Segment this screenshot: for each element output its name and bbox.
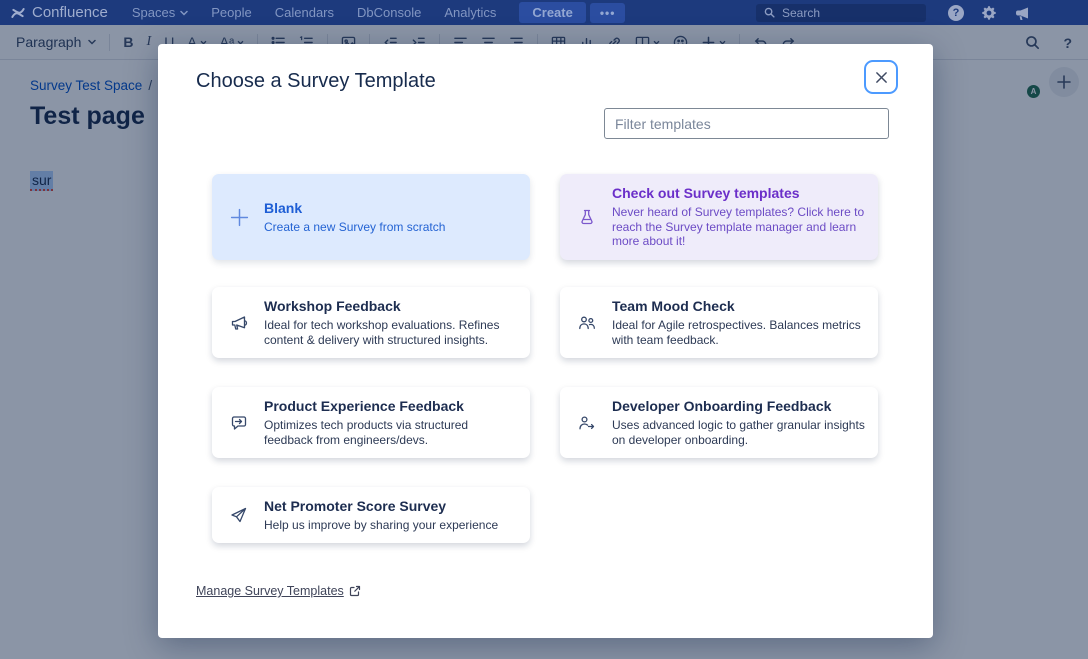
- manage-survey-templates-link[interactable]: Manage Survey Templates: [196, 584, 361, 598]
- close-button[interactable]: [864, 60, 898, 94]
- card-text: Check out Survey templates Never heard o…: [612, 185, 864, 249]
- confluence-logo-icon: [10, 5, 26, 21]
- modal-title: Choose a Survey Template: [196, 70, 436, 93]
- nav-search-box[interactable]: [756, 4, 926, 22]
- flask-icon: [575, 209, 599, 225]
- brand-name: Confluence: [32, 4, 108, 21]
- person-arrow-icon: [575, 414, 599, 432]
- confluence-screen: Confluence Spaces People Calendars DbCon…: [0, 0, 1088, 659]
- search-icon: [764, 7, 775, 18]
- nav-more-button[interactable]: •••: [590, 3, 626, 23]
- card-title: Blank: [264, 200, 445, 216]
- nav-item-dbconsole[interactable]: DbConsole: [357, 5, 421, 20]
- template-card-product-experience-feedback[interactable]: Product Experience Feedback Optimizes te…: [212, 387, 530, 458]
- card-title: Product Experience Feedback: [264, 398, 468, 414]
- card-title: Team Mood Check: [612, 298, 861, 314]
- people-icon: [575, 314, 599, 332]
- card-text: Developer Onboarding Feedback Uses advan…: [612, 398, 865, 448]
- help-icon[interactable]: ?: [948, 5, 964, 21]
- card-text: Product Experience Feedback Optimizes te…: [264, 398, 468, 448]
- top-nav: Confluence Spaces People Calendars DbCon…: [0, 0, 1088, 25]
- card-description: Help us improve by sharing your experien…: [264, 518, 498, 533]
- template-card-developer-onboarding-feedback[interactable]: Developer Onboarding Feedback Uses advan…: [560, 387, 878, 458]
- survey-template-modal: Choose a Survey Template Blank Create a …: [158, 44, 933, 638]
- card-title: Check out Survey templates: [612, 185, 864, 201]
- megaphone-icon: [227, 314, 251, 332]
- gear-icon[interactable]: [981, 5, 997, 21]
- template-card-blank[interactable]: Blank Create a new Survey from scratch: [212, 174, 530, 260]
- create-button[interactable]: Create: [519, 2, 585, 23]
- template-card-team-mood-check[interactable]: Team Mood Check Ideal for Agile retrospe…: [560, 287, 878, 358]
- template-card-workshop-feedback[interactable]: Workshop Feedback Ideal for tech worksho…: [212, 287, 530, 358]
- filter-templates-input[interactable]: [604, 108, 889, 139]
- card-text: Blank Create a new Survey from scratch: [264, 200, 445, 235]
- confluence-logo[interactable]: Confluence: [10, 4, 108, 21]
- card-title: Net Promoter Score Survey: [264, 498, 498, 514]
- card-text: Net Promoter Score Survey Help us improv…: [264, 498, 498, 533]
- template-card-checkout-templates[interactable]: Check out Survey templates Never heard o…: [560, 174, 878, 260]
- card-description: Ideal for Agile retrospectives. Balances…: [612, 318, 861, 348]
- nav-item-spaces[interactable]: Spaces: [132, 5, 188, 20]
- card-title: Developer Onboarding Feedback: [612, 398, 865, 414]
- card-title: Workshop Feedback: [264, 298, 499, 314]
- nav-search-input[interactable]: [782, 6, 902, 20]
- card-text: Workshop Feedback Ideal for tech worksho…: [264, 298, 499, 348]
- nav-item-calendars[interactable]: Calendars: [275, 5, 334, 20]
- external-link-icon: [349, 585, 361, 597]
- card-description: Never heard of Survey templates? Click h…: [612, 205, 864, 249]
- paper-plane-icon: [227, 506, 251, 524]
- card-description: Create a new Survey from scratch: [264, 220, 445, 235]
- card-description: Optimizes tech products via structured f…: [264, 418, 468, 448]
- announcement-icon[interactable]: [1014, 5, 1030, 21]
- card-description: Uses advanced logic to gather granular i…: [612, 418, 865, 448]
- feedback-bubble-icon: [227, 414, 251, 432]
- plus-icon: [227, 207, 251, 228]
- card-text: Team Mood Check Ideal for Agile retrospe…: [612, 298, 861, 348]
- close-icon: [875, 71, 888, 84]
- template-card-net-promoter-score[interactable]: Net Promoter Score Survey Help us improv…: [212, 487, 530, 543]
- chevron-down-icon: [180, 10, 188, 16]
- card-description: Ideal for tech workshop evaluations. Ref…: [264, 318, 499, 348]
- nav-item-people[interactable]: People: [211, 5, 251, 20]
- nav-item-analytics[interactable]: Analytics: [444, 5, 496, 20]
